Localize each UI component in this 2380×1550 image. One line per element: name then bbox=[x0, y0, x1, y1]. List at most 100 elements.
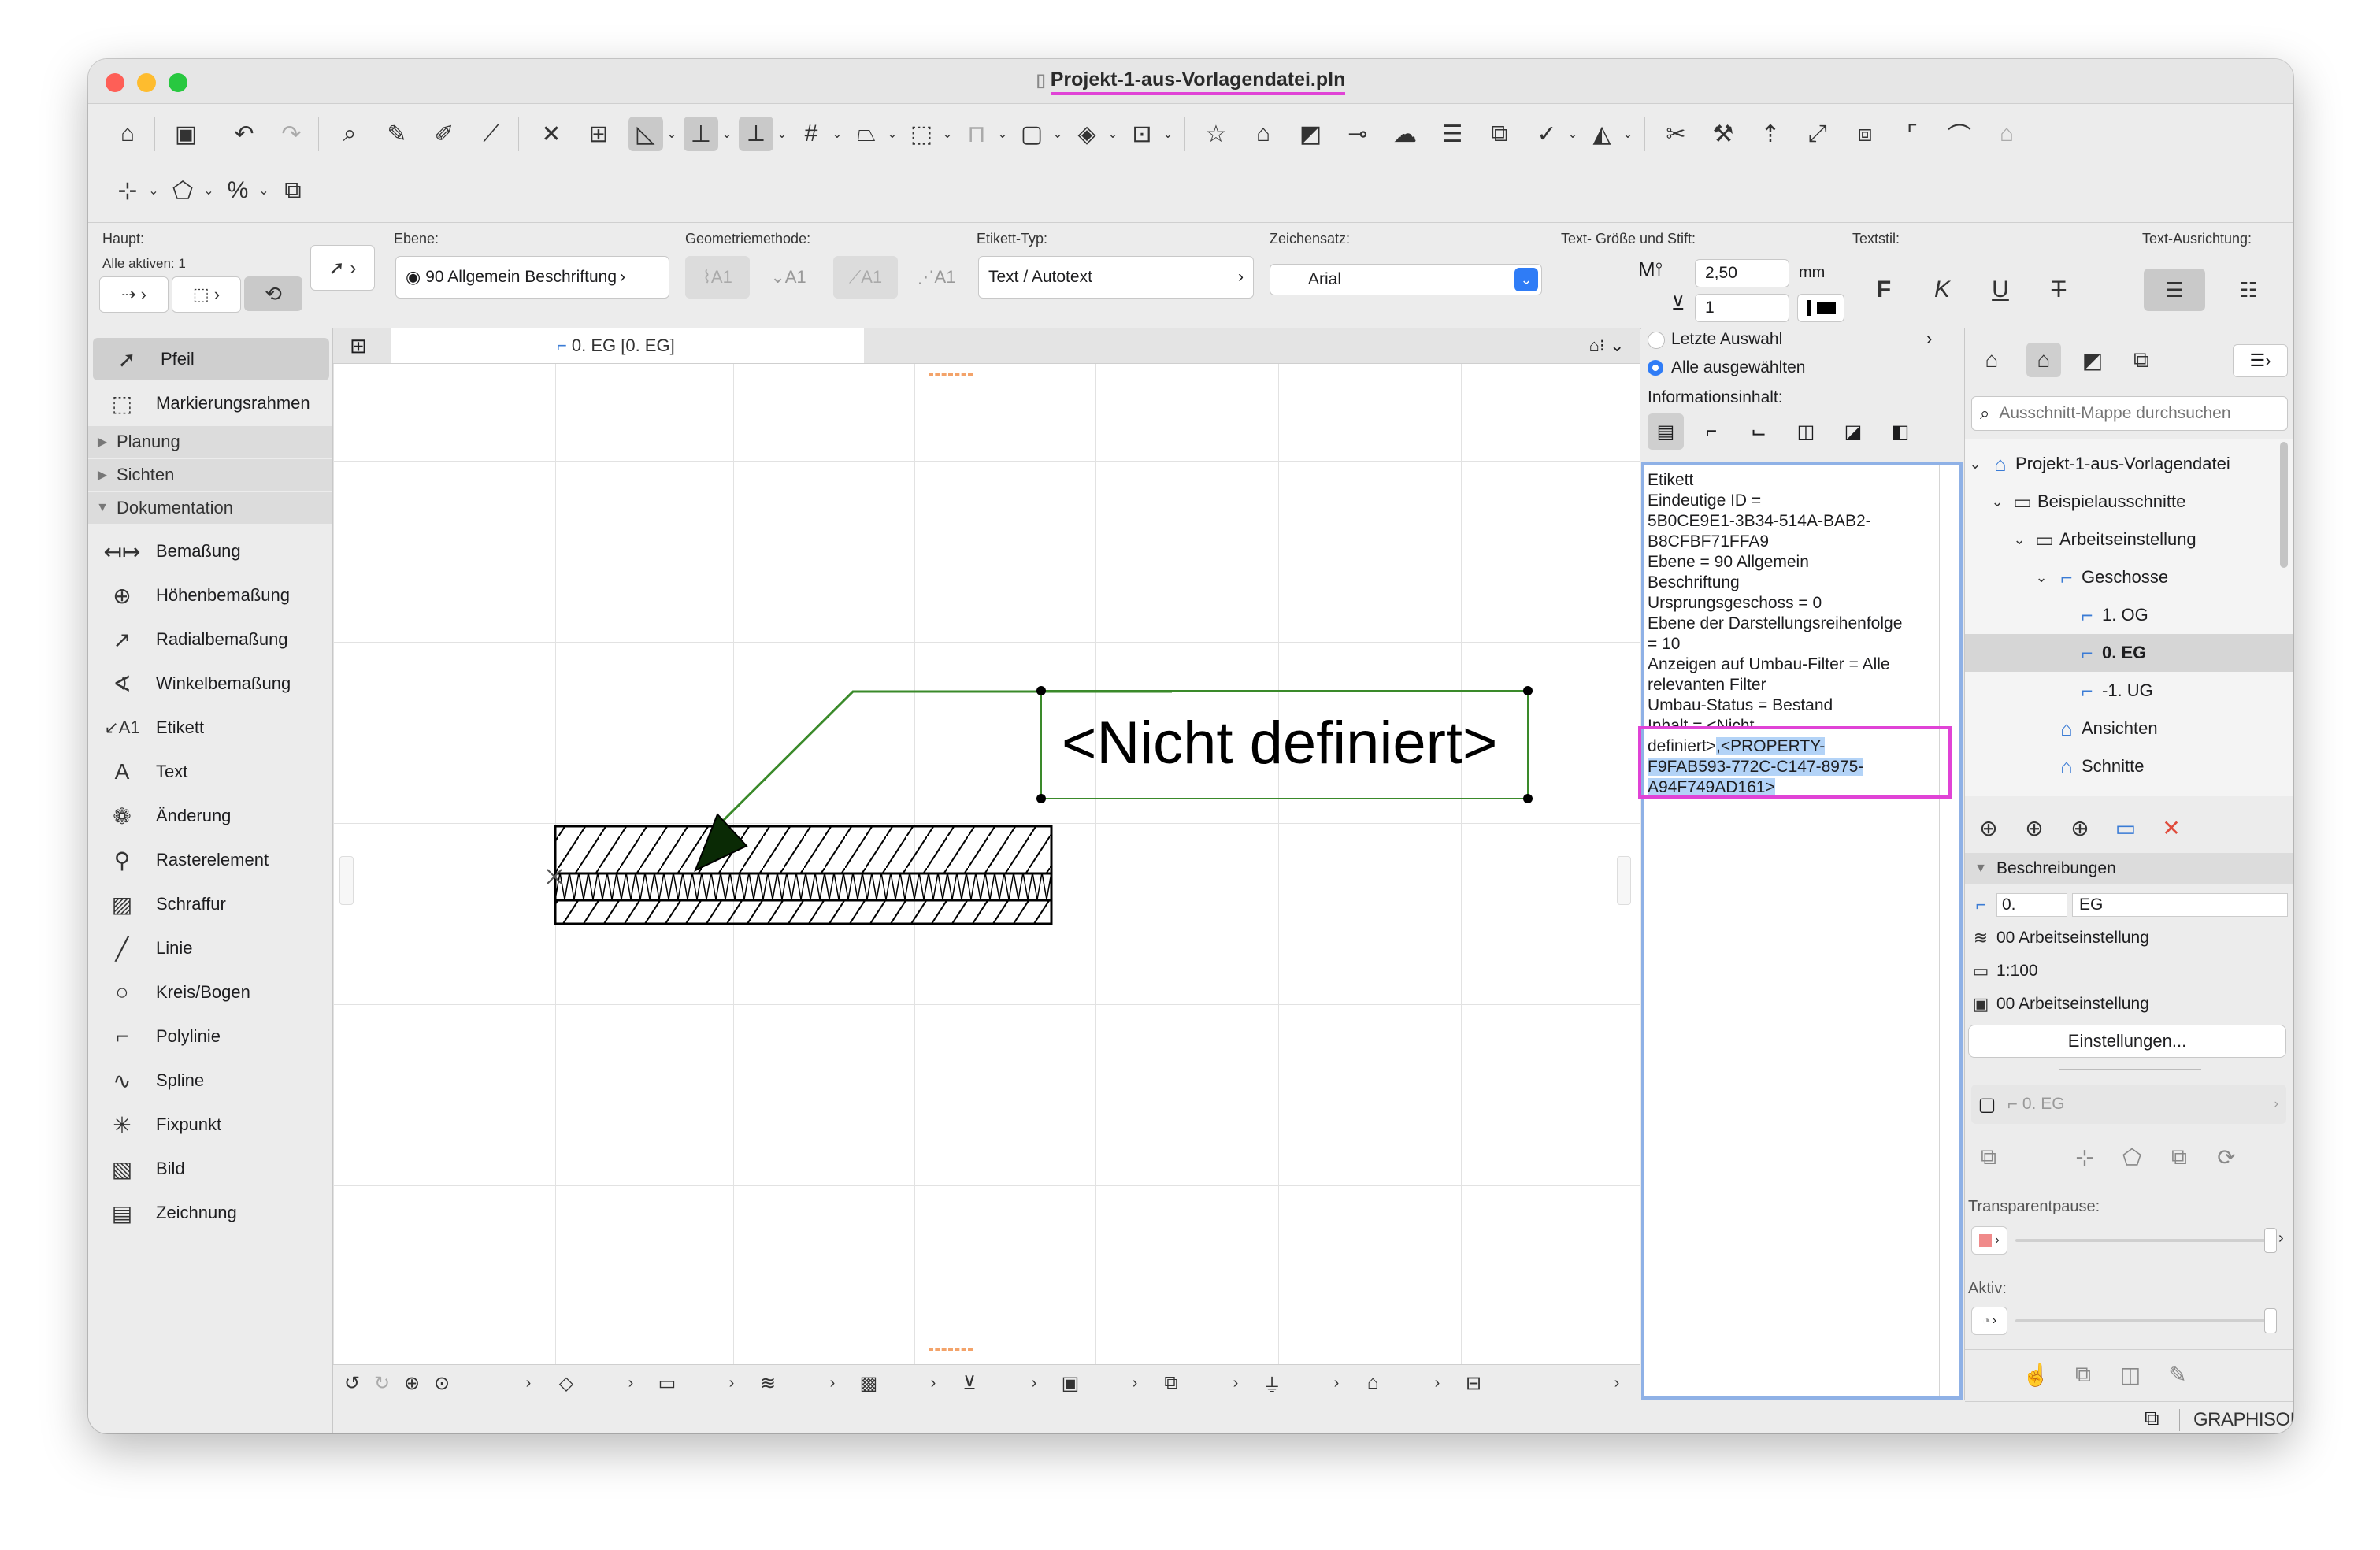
undo-icon[interactable]: ↶ bbox=[227, 117, 261, 151]
floor-plan-canvas[interactable]: <Nicht definiert> bbox=[333, 364, 1640, 1364]
chevron-right-icon[interactable]: › bbox=[1026, 1370, 1042, 1396]
settings-button[interactable]: Einstellungen... bbox=[1968, 1025, 2286, 1058]
layout-icon[interactable]: ◩ bbox=[1293, 117, 1328, 151]
tree-item-sections[interactable]: ⌂ Schnitte bbox=[1965, 747, 2293, 785]
trace-reference-row[interactable]: ▢ ⌐ 0. EG › bbox=[1971, 1085, 2286, 1124]
info-layer-icon[interactable]: ⌙ bbox=[1741, 413, 1777, 450]
tool-label[interactable]: ↙A1 Etikett bbox=[88, 706, 332, 749]
view-name-input[interactable]: EG bbox=[2072, 893, 2288, 917]
tool-polyline[interactable]: ⌐ Polylinie bbox=[88, 1015, 332, 1058]
chevron-right-icon[interactable]: › bbox=[1926, 328, 1932, 349]
chevron-right-icon[interactable]: › bbox=[1228, 1370, 1244, 1396]
chevron-down-icon[interactable]: ⌄ bbox=[1161, 117, 1175, 151]
trace-color-button[interactable]: › bbox=[1971, 1226, 2007, 1255]
add-vertex-icon[interactable]: ⊹ bbox=[110, 173, 145, 208]
tool-image[interactable]: ▧ Bild bbox=[88, 1148, 332, 1190]
chevron-down-icon[interactable]: ⌄ bbox=[1051, 117, 1065, 151]
chevron-down-icon[interactable]: ⌄ bbox=[830, 117, 844, 151]
arrow-tool-button[interactable]: ➚ › bbox=[310, 245, 375, 291]
tool-drawing[interactable]: ▤ Zeichnung bbox=[88, 1192, 332, 1234]
layer-select[interactable]: ◉ 90 Allgemein Beschriftung › bbox=[395, 256, 669, 299]
view-map-icon[interactable]: ⌂ bbox=[2026, 343, 2061, 377]
align-justify-button[interactable]: ☷ bbox=[2218, 269, 2279, 311]
tool-angle-dimension[interactable]: ∢ Winkelbemaßung bbox=[88, 662, 332, 705]
info-doc-icon[interactable]: ▤ bbox=[1648, 413, 1684, 450]
snap-guides-icon[interactable]: ⊥ bbox=[684, 117, 718, 151]
trace-icon[interactable]: ⊸ bbox=[1340, 117, 1375, 151]
layout-book-icon[interactable]: ◩ bbox=[2075, 343, 2110, 377]
model-view-row[interactable]: ▣ 00 Arbeitseinstellung bbox=[1965, 988, 2293, 1020]
geometry-method-1[interactable]: ⌇A1 bbox=[685, 256, 750, 299]
tool-dimension[interactable]: ↤↦ Bemaßung bbox=[88, 530, 332, 573]
tree-item-folder[interactable]: ⌄ ▭ Beispielausschnitte bbox=[1965, 483, 2293, 521]
tool-hotspot[interactable]: ✳ Fixpunkt bbox=[88, 1103, 332, 1146]
chevron-down-icon[interactable]: ⌄ bbox=[1621, 117, 1635, 151]
chevron-right-icon[interactable]: › bbox=[1609, 1370, 1625, 1396]
active-slider[interactable] bbox=[2015, 1319, 2267, 1322]
layer-combo-row[interactable]: ≋ 00 Arbeitseinstellung bbox=[1965, 922, 2293, 954]
tool-change[interactable]: ❁ Änderung bbox=[88, 795, 332, 837]
publisher-icon[interactable]: ⧉ bbox=[2124, 343, 2159, 377]
rotate-polygon-icon[interactable]: ⬠ bbox=[165, 173, 200, 208]
chevron-down-icon[interactable]: ⌄ bbox=[1106, 117, 1120, 151]
duplicate-icon[interactable]: ⧉ bbox=[276, 173, 310, 208]
tool-fill[interactable]: ▨ Schraffur bbox=[88, 883, 332, 925]
redo-zoom-icon[interactable]: ↻ bbox=[368, 1370, 396, 1396]
tree-item-elevations[interactable]: ⌂ Ansichten bbox=[1965, 710, 2293, 747]
align-left-button[interactable]: ☰ bbox=[2144, 269, 2205, 311]
text-size-input[interactable]: 2,50 bbox=[1695, 259, 1789, 287]
pen-input[interactable]: 1 bbox=[1695, 294, 1789, 322]
geometry-method-4[interactable]: ⋰A1 bbox=[904, 256, 969, 299]
tree-item-story[interactable]: ⌐ 1. OG bbox=[1965, 596, 2293, 634]
chevron-down-icon[interactable]: ⌄ bbox=[202, 173, 216, 208]
trace-compare-icon[interactable]: ◫ bbox=[2113, 1357, 2148, 1392]
tool-marquee[interactable]: ⬚ Markierungsrahmen bbox=[88, 382, 332, 425]
view-map-search-input[interactable] bbox=[1997, 403, 2261, 424]
pen-set-icon[interactable]: ▩ bbox=[855, 1370, 883, 1396]
fit-window-icon[interactable]: ⊙ bbox=[428, 1370, 456, 1396]
trace-hand-icon[interactable]: ☝ bbox=[2019, 1357, 2053, 1392]
model-view-icon[interactable]: ▣ bbox=[1056, 1370, 1084, 1396]
structure-display-icon[interactable]: ⏚ bbox=[1258, 1370, 1286, 1396]
marquee-select-icon[interactable]: ⬚ bbox=[904, 117, 939, 151]
group-dokumentation[interactable]: ▼ Dokumentation bbox=[88, 492, 332, 524]
scale-row[interactable]: ▭ 1:100 bbox=[1965, 955, 2293, 987]
navigator-menu-button[interactable]: ☰› bbox=[2233, 344, 2288, 377]
fillet-icon[interactable]: ⌒ bbox=[1942, 117, 1977, 151]
zoom-in-icon[interactable]: ⊕ bbox=[398, 1370, 426, 1396]
info-props-icon[interactable]: ◪ bbox=[1835, 413, 1871, 450]
group-planung[interactable]: ▶ Planung bbox=[88, 426, 332, 458]
building-icon[interactable]: ⌂ bbox=[1246, 117, 1281, 151]
graphic-override-icon[interactable]: ⧉ bbox=[1157, 1370, 1185, 1396]
cloud-icon[interactable]: ☁ bbox=[1388, 117, 1422, 151]
chevron-down-icon[interactable]: ⌄ bbox=[775, 117, 789, 151]
tool-spline[interactable]: ∿ Spline bbox=[88, 1059, 332, 1102]
dimension-standard-icon[interactable]: ⊟ bbox=[1459, 1370, 1488, 1396]
scale-icon[interactable]: ▭ bbox=[653, 1370, 681, 1396]
pen-color-swatch[interactable] bbox=[1797, 294, 1844, 322]
new-view-icon[interactable]: ⊕ bbox=[1971, 810, 2006, 845]
chevron-down-icon[interactable]: ⌄ bbox=[720, 117, 734, 151]
plane-icon[interactable]: ⏢ bbox=[849, 117, 884, 151]
new-folder-icon[interactable]: ⊕ bbox=[2063, 810, 2097, 845]
chevron-right-icon[interactable]: › bbox=[521, 1370, 536, 1396]
redo-icon[interactable]: ↷ bbox=[274, 117, 309, 151]
star-icon[interactable]: ☆ bbox=[1199, 117, 1233, 151]
font-select[interactable]: Arial ⌄ bbox=[1270, 264, 1542, 295]
eyedropper-icon[interactable]: ✎ bbox=[380, 117, 414, 151]
clone-view-icon[interactable]: ⊕ bbox=[2017, 810, 2052, 845]
marquee-filter-button[interactable]: ⬚ › bbox=[172, 276, 241, 313]
layer-combo-icon[interactable]: ▢ bbox=[1014, 117, 1049, 151]
pen-icon[interactable]: ⊻ bbox=[955, 1370, 984, 1396]
window-stack-icon[interactable]: ⧉ bbox=[2145, 1406, 2159, 1431]
tag-icon[interactable]: ⧉ bbox=[1482, 117, 1517, 151]
geometry-method-2[interactable]: ⌄A1 bbox=[756, 256, 821, 299]
tree-item-stories[interactable]: ⌄ ⌐ Geschosse bbox=[1965, 558, 2293, 596]
label-text[interactable]: <Nicht definiert> bbox=[1062, 709, 1497, 777]
tool-circle[interactable]: ○ Kreis/Bogen bbox=[88, 971, 332, 1014]
roof-icon[interactable]: ⌂ bbox=[1989, 117, 2024, 151]
radio-all-selected[interactable] bbox=[1648, 360, 1663, 376]
chevron-down-icon[interactable]: ⌄ bbox=[146, 173, 161, 208]
trace-drag-icon[interactable]: ⊹ bbox=[2067, 1140, 2102, 1174]
find-select-icon[interactable]: ⌕ bbox=[332, 117, 367, 151]
